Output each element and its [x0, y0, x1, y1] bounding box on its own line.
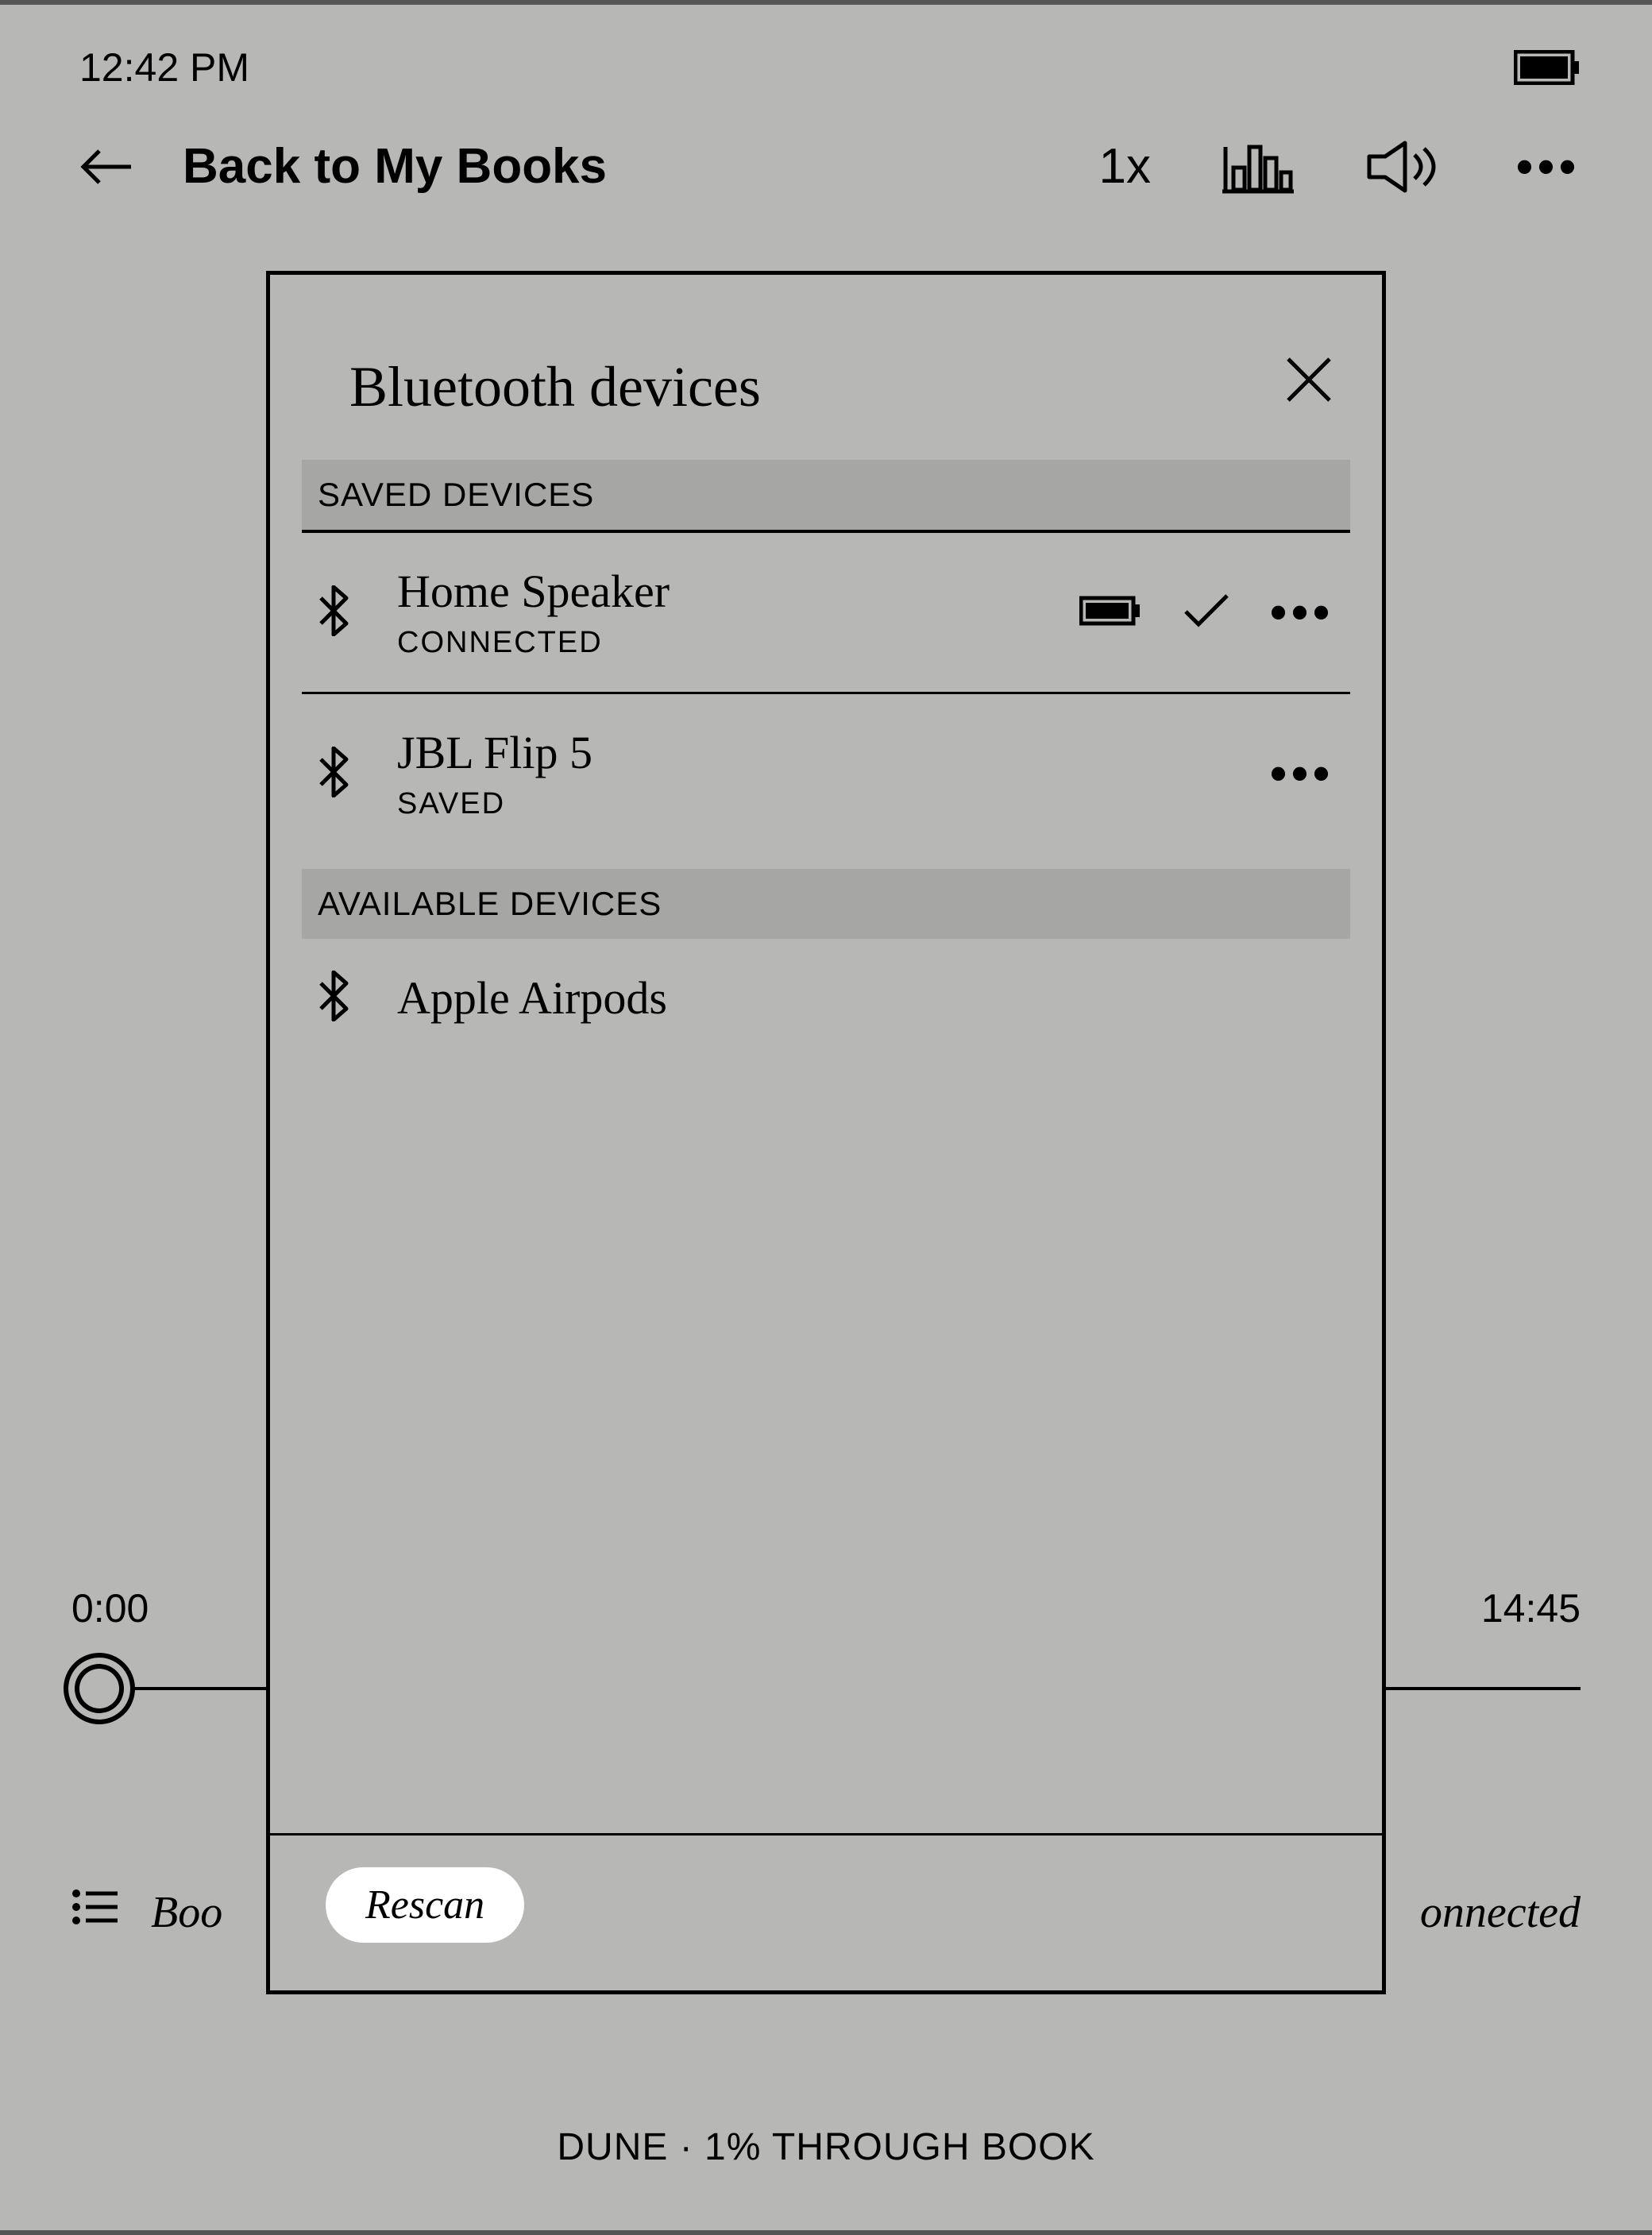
device-more-icon[interactable]: •••: [1270, 600, 1334, 624]
chapters-list-icon[interactable]: [71, 1887, 119, 1938]
check-icon: [1183, 591, 1230, 635]
back-arrow-icon[interactable]: [79, 147, 135, 187]
close-icon[interactable]: [1283, 354, 1334, 409]
more-menu-icon[interactable]: •••: [1516, 155, 1581, 179]
device-status: CONNECTED: [397, 626, 1040, 660]
device-row[interactable]: Apple Airpods: [302, 939, 1350, 1057]
device-row[interactable]: JBL Flip 5 SAVED •••: [302, 694, 1350, 869]
progress-thumb[interactable]: [64, 1653, 135, 1724]
available-devices-header: AVAILABLE DEVICES: [302, 869, 1350, 939]
device-name: JBL Flip 5: [397, 726, 1230, 779]
status-label-fragment: onnected: [1420, 1887, 1581, 1938]
saved-devices-header: SAVED DEVICES: [302, 460, 1350, 533]
clock: 12:42 PM: [79, 44, 249, 91]
device-name: Apple Airpods: [397, 971, 1334, 1025]
rescan-button[interactable]: Rescan: [326, 1867, 524, 1943]
bluetooth-devices-modal: Bluetooth devices SAVED DEVICES Home Spe…: [266, 271, 1386, 1994]
book-progress-footer: DUNE · 1% THROUGH BOOK: [0, 2125, 1652, 2169]
device-name: Home Speaker: [397, 565, 1040, 618]
bluetooth-icon: [310, 747, 357, 801]
device-row[interactable]: Home Speaker CONNECTED •••: [302, 533, 1350, 694]
device-more-icon[interactable]: •••: [1270, 762, 1334, 786]
device-status: SAVED: [397, 787, 1230, 821]
elapsed-time: 0:00: [71, 1585, 149, 1631]
speaker-icon[interactable]: [1365, 139, 1445, 195]
modal-title: Bluetooth devices: [349, 354, 1283, 420]
page-title[interactable]: Back to My Books: [183, 138, 1051, 195]
chapter-label-fragment: Boo: [151, 1887, 222, 1938]
bluetooth-icon: [310, 971, 357, 1025]
playback-speed[interactable]: 1x: [1098, 138, 1150, 195]
remaining-time: 14:45: [1481, 1585, 1581, 1631]
bluetooth-icon: [310, 585, 357, 640]
equalizer-icon[interactable]: [1222, 139, 1294, 195]
device-battery-icon: [1079, 595, 1143, 631]
battery-icon: [1514, 50, 1581, 85]
